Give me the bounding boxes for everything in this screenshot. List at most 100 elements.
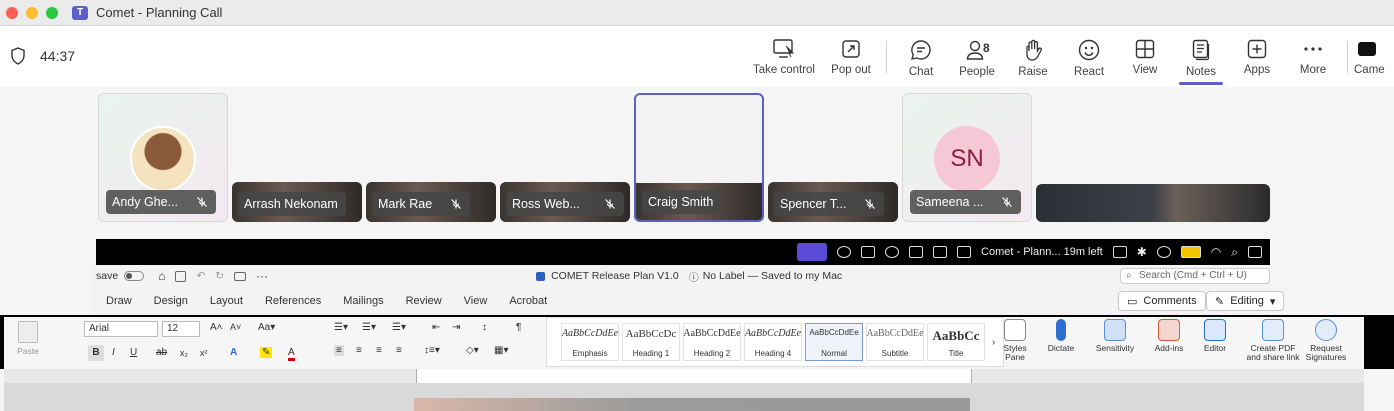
style-emphasis[interactable]: AaBbCcDdEe Emphasis: [561, 323, 619, 361]
people-button[interactable]: 8 People: [949, 27, 1005, 87]
create-pdf-button[interactable]: Create PDF and share link: [1244, 319, 1302, 362]
align-right-icon[interactable]: ≡: [376, 345, 382, 356]
style-heading-2[interactable]: AaBbCcDdEe Heading 2: [683, 323, 741, 361]
align-center-icon[interactable]: ≡: [356, 345, 362, 356]
justify-icon[interactable]: ≡: [396, 345, 402, 356]
grow-font-icon[interactable]: A˄: [210, 322, 223, 333]
outlook-icon: [909, 246, 924, 258]
close-window-button[interactable]: [6, 6, 18, 19]
participant-tile[interactable]: Arrash Nekonam: [232, 182, 362, 222]
react-icon: [1078, 39, 1100, 61]
toolbar-divider: [886, 41, 887, 73]
participant-tile[interactable]: Ross Web...: [500, 182, 630, 222]
tab-draw[interactable]: Draw: [106, 295, 132, 307]
redo-icon[interactable]: ↻: [215, 270, 224, 282]
minimize-window-button[interactable]: [26, 6, 38, 19]
paste-button[interactable]: Paste: [14, 321, 42, 361]
create-pdf-icon: [1262, 319, 1284, 341]
raise-hand-button[interactable]: Raise: [1005, 27, 1061, 87]
participant-tile[interactable]: Andy Ghe...: [98, 93, 228, 222]
bold-icon[interactable]: B: [88, 345, 104, 361]
style-heading-1[interactable]: AaBbCcDc Heading 1: [622, 323, 680, 361]
word-search-input[interactable]: ⌕ Search (Cmd + Ctrl + U): [1120, 268, 1270, 284]
underline-icon[interactable]: U: [130, 347, 137, 358]
superscript-icon[interactable]: x²: [200, 348, 208, 358]
style-title[interactable]: AaBbCc Title: [927, 323, 985, 361]
style-subtitle[interactable]: AaBbCcDdEe Subtitle: [866, 323, 924, 361]
highlight-icon[interactable]: ✎: [260, 347, 273, 358]
multilevel-list-icon[interactable]: ☰▾: [392, 322, 406, 333]
request-signatures-button[interactable]: Request Signatures: [1304, 319, 1348, 362]
shading-icon[interactable]: ◇▾: [466, 345, 479, 356]
chat-button[interactable]: Chat: [893, 27, 949, 87]
cloud-icon: [837, 246, 852, 258]
pop-out-icon: [842, 40, 860, 58]
text-effects-icon[interactable]: A: [230, 347, 237, 358]
autosave-label: save: [96, 270, 119, 282]
document-save-status[interactable]: No Label — Saved to my Mac: [703, 270, 842, 282]
increase-indent-icon[interactable]: ⇥: [452, 322, 460, 333]
font-color-icon[interactable]: A: [288, 347, 295, 361]
save-icon[interactable]: [175, 270, 187, 282]
sort-icon[interactable]: ↕: [482, 322, 487, 333]
strikethrough-icon[interactable]: ab: [156, 347, 167, 358]
italic-icon[interactable]: I: [112, 347, 115, 358]
style-heading-4[interactable]: AaBbCcDdEe Heading 4: [744, 323, 802, 361]
editing-mode-button[interactable]: ✎ Editing ▾: [1206, 291, 1285, 311]
participant-initials-avatar: SN: [934, 126, 1000, 192]
comments-button[interactable]: ▭ Comments: [1118, 291, 1206, 311]
undo-icon[interactable]: ↶: [196, 270, 205, 282]
align-left-icon[interactable]: ≡: [334, 345, 344, 356]
styles-pane-button[interactable]: Styles Pane: [1002, 319, 1028, 362]
tab-mailings[interactable]: Mailings: [343, 295, 383, 307]
apps-button[interactable]: Apps: [1229, 27, 1285, 87]
word-document-icon: [536, 271, 546, 281]
participant-name-chip: Sameena ...: [910, 190, 1022, 214]
decrease-indent-icon[interactable]: ⇤: [432, 322, 440, 333]
participant-tile[interactable]: Spencer T...: [768, 182, 898, 222]
numbering-icon[interactable]: ☰▾: [362, 322, 376, 333]
request-signatures-label: Request Signatures: [1305, 343, 1347, 362]
tab-layout[interactable]: Layout: [210, 295, 243, 307]
borders-icon[interactable]: ▦▾: [494, 345, 508, 356]
document-page[interactable]: [414, 398, 970, 411]
react-button[interactable]: React: [1061, 27, 1117, 87]
sensitivity-button[interactable]: Sensitivity: [1092, 319, 1138, 353]
participant-tile-selected[interactable]: Craig Smith: [634, 93, 764, 222]
pop-out-button[interactable]: Pop out: [822, 27, 880, 87]
tab-references[interactable]: References: [265, 295, 321, 307]
subscript-icon[interactable]: x₂: [180, 348, 188, 358]
editor-button[interactable]: Editor: [1200, 319, 1230, 353]
change-case-icon[interactable]: Aa▾: [258, 322, 275, 333]
notes-button[interactable]: Notes: [1173, 27, 1229, 87]
chevron-down-icon: ▾: [1269, 295, 1276, 308]
view-button[interactable]: View: [1117, 27, 1173, 87]
dictate-button[interactable]: Dictate: [1044, 319, 1078, 353]
camera-button[interactable]: Came: [1354, 27, 1394, 87]
participant-tile[interactable]: Mark Rae: [366, 182, 496, 222]
shrink-font-icon[interactable]: A˅: [230, 322, 241, 332]
shared-screen: Comet - Plann... 19m left ✱ ◠ ⌕ save ⌂ ↶…: [0, 239, 1394, 411]
font-size-select[interactable]: 12: [162, 321, 200, 337]
take-control-button[interactable]: Take control: [746, 27, 822, 87]
tab-design[interactable]: Design: [154, 295, 188, 307]
more-commands-icon[interactable]: ···: [256, 269, 268, 283]
tab-view[interactable]: View: [464, 295, 488, 307]
paragraph-marks-icon[interactable]: ¶: [516, 322, 521, 333]
tab-review[interactable]: Review: [406, 295, 442, 307]
participant-name-chip: Andy Ghe...: [106, 190, 217, 214]
zoom-window-button[interactable]: [46, 6, 58, 19]
participant-tile[interactable]: SN Sameena ...: [902, 93, 1032, 222]
participant-video-tile[interactable]: [1036, 184, 1270, 222]
bullets-icon[interactable]: ☰▾: [334, 322, 348, 333]
font-name-select[interactable]: Arial: [84, 321, 158, 337]
home-icon[interactable]: ⌂: [158, 269, 165, 283]
add-ins-button[interactable]: Add-ins: [1152, 319, 1186, 353]
print-icon[interactable]: [234, 271, 247, 281]
tab-acrobat[interactable]: Acrobat: [509, 295, 547, 307]
chevron-right-icon[interactable]: ›: [992, 337, 995, 348]
line-spacing-icon[interactable]: ↕≡▾: [424, 345, 440, 356]
autosave-toggle[interactable]: [124, 271, 145, 281]
style-normal[interactable]: AaBbCcDdEe Normal: [805, 323, 863, 361]
more-button[interactable]: More: [1285, 27, 1341, 87]
